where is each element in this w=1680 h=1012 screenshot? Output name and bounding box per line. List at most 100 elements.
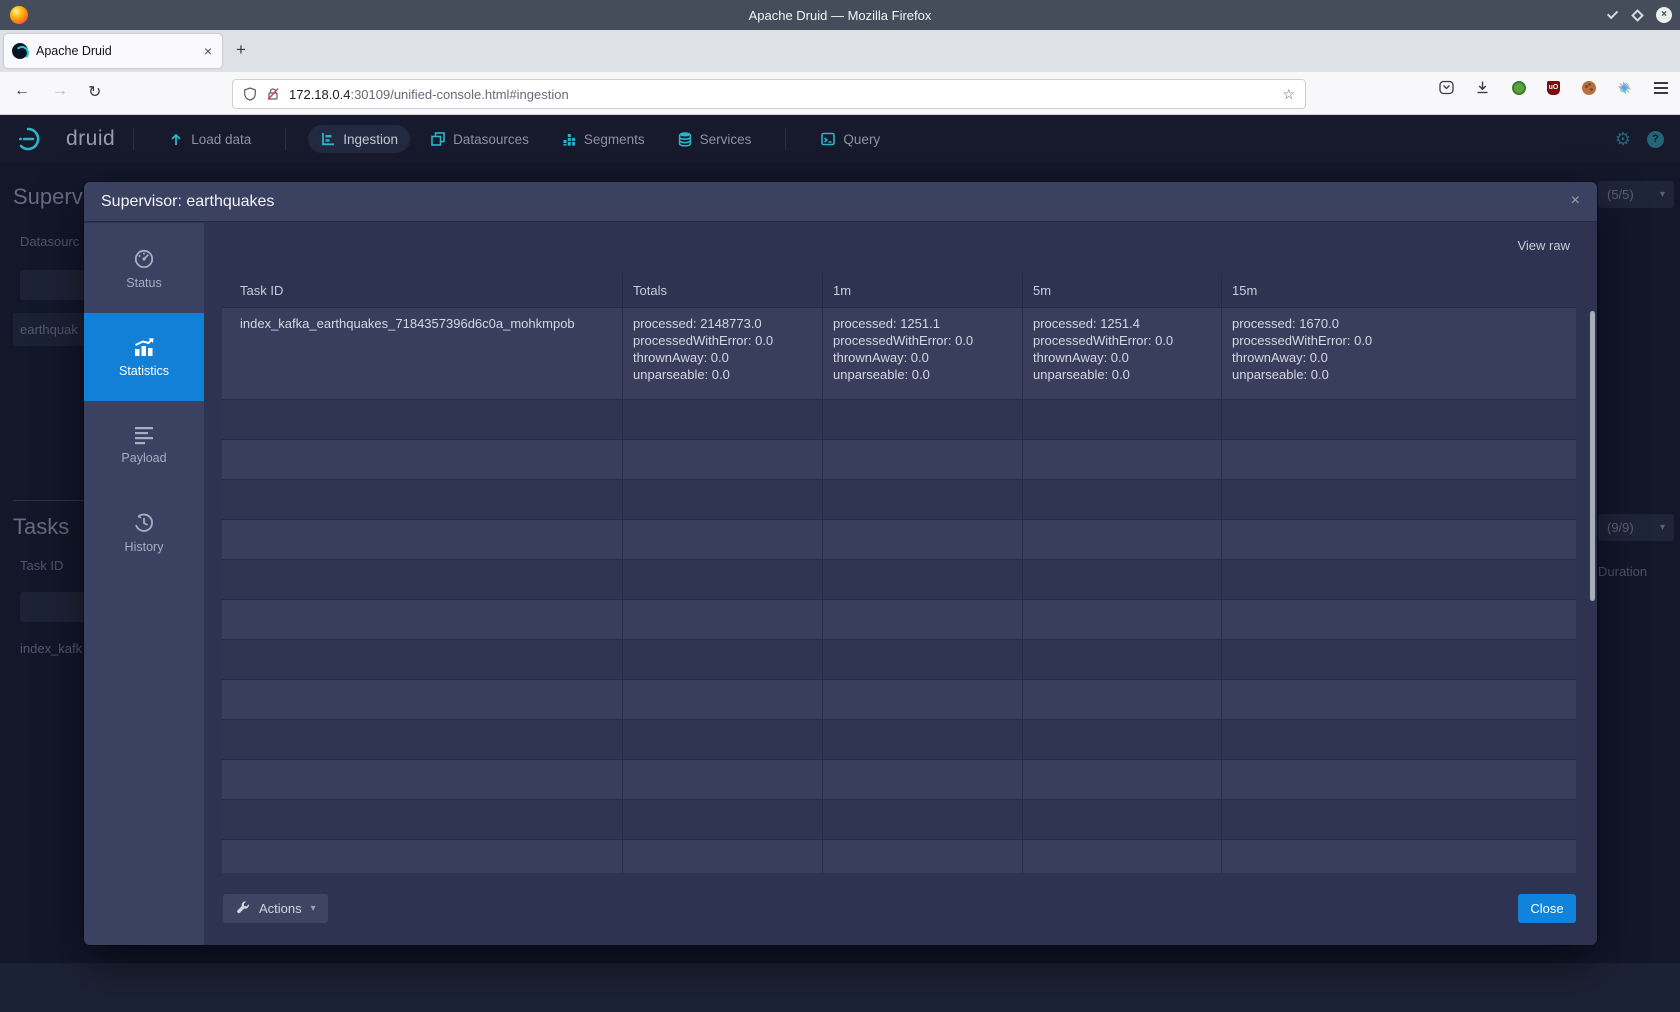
datasource-column-header: Datasourc (20, 234, 79, 249)
back-button[interactable]: ← (14, 82, 30, 100)
table-header-row: Task ID Totals 1m 5m 15m (222, 273, 1576, 308)
reload-button[interactable]: ↻ (88, 82, 101, 102)
screen: Apache Druid — Mozilla Firefox × Apache … (0, 0, 1680, 1012)
nav-item-load-data[interactable]: Load data (156, 125, 263, 153)
browser-tab-apache-druid[interactable]: Apache Druid × (4, 34, 222, 68)
bookmark-star-icon[interactable]: ☆ (1282, 86, 1295, 103)
insecure-lock-icon[interactable] (266, 87, 280, 101)
datasources-icon (430, 131, 446, 147)
cell-5m: processed: 1251.4processedWithError: 0.0… (1023, 308, 1222, 399)
column-header-15m[interactable]: 15m (1222, 273, 1576, 307)
duration-column-header: Duration (1598, 564, 1647, 579)
table-row-empty (222, 560, 1576, 600)
supervisor-row-datasource: earthquak (20, 322, 78, 337)
table-row-empty (222, 480, 1576, 520)
druid-brand[interactable]: druid (18, 126, 115, 152)
services-icon (677, 131, 693, 147)
window-title: Apache Druid — Mozilla Firefox (0, 8, 1680, 23)
segments-icon (561, 131, 577, 147)
upload-icon (168, 131, 184, 147)
tracking-shield-icon[interactable] (243, 87, 257, 101)
nav-item-datasources[interactable]: Datasources (418, 125, 541, 153)
druid-brand-label: druid (66, 127, 115, 151)
druid-navbar: druid Load data Ingestion Datasources Se… (0, 115, 1680, 163)
tasks-refresh-dropdown[interactable]: (9/9)▾ (1598, 514, 1674, 541)
table-row-empty (222, 520, 1576, 560)
supervisors-refresh-dropdown[interactable]: (5/5)▾ (1598, 181, 1674, 208)
tab-status[interactable]: Status (84, 225, 204, 313)
background-table-band (0, 963, 1680, 1012)
close-button[interactable]: Close (1518, 894, 1576, 923)
table-row-task: index_kafka_earthquakes_7184357396d6c0a_… (222, 308, 1576, 400)
tab-payload-label: Payload (121, 451, 166, 465)
extension-privacy-icon[interactable] (1511, 80, 1526, 95)
url-path: :30109/unified-console.html#ingestion (350, 87, 1282, 102)
ingestion-icon (320, 131, 336, 147)
downloads-icon[interactable] (1475, 80, 1490, 95)
column-header-5m[interactable]: 5m (1023, 273, 1222, 307)
wrench-icon (235, 901, 250, 916)
table-empty-rows (222, 400, 1576, 873)
new-tab-button[interactable]: + (236, 40, 246, 60)
statistics-chart-icon (132, 336, 156, 358)
view-raw-link[interactable]: View raw (1517, 238, 1570, 253)
dialog-header: Supervisor: earthquakes × (84, 182, 1597, 222)
close-button-label: Close (1530, 901, 1563, 916)
menu-icon[interactable] (1653, 80, 1668, 95)
table-row-empty (222, 680, 1576, 720)
tasks-page-title: Tasks (13, 514, 69, 540)
table-row-empty (222, 760, 1576, 800)
tab-statistics[interactable]: Statistics (84, 313, 204, 401)
colorful-extension-icon[interactable]: ✳ (1617, 80, 1632, 95)
ublock-origin-icon[interactable]: uO (1547, 81, 1560, 95)
tab-close-icon[interactable]: × (202, 43, 214, 59)
tab-payload[interactable]: Payload (84, 401, 204, 489)
firefox-logo-icon (10, 6, 28, 24)
column-header-totals[interactable]: Totals (623, 273, 823, 307)
tab-statistics-label: Statistics (119, 364, 169, 378)
url-bar[interactable]: 172.18.0.4 :30109/unified-console.html#i… (232, 79, 1306, 109)
history-clock-icon (133, 512, 155, 534)
settings-gear-icon[interactable]: ⚙ (1615, 129, 1631, 150)
nav-item-segments[interactable]: Segments (549, 125, 657, 153)
nav-item-services[interactable]: Services (665, 125, 764, 153)
forward-button[interactable]: → (52, 82, 68, 100)
window-minimize-icon[interactable] (1607, 8, 1618, 19)
help-icon[interactable]: ? (1647, 131, 1664, 148)
dialog-body: View raw Task ID Totals 1m 5m 15m index_… (204, 223, 1597, 945)
druid-logo-icon (18, 126, 58, 152)
table-row-empty (222, 800, 1576, 840)
dialog-title: Supervisor: earthquakes (101, 193, 274, 211)
nav-item-ingestion[interactable]: Ingestion (308, 125, 410, 153)
query-icon (820, 131, 836, 147)
table-row-empty (222, 440, 1576, 480)
cookie-extension-icon[interactable] (1581, 80, 1596, 95)
caret-down-icon: ▾ (1660, 522, 1665, 533)
pocket-icon[interactable] (1439, 80, 1454, 95)
window-maximize-icon[interactable] (1631, 9, 1644, 22)
task-row-id: index_kafk (20, 641, 82, 656)
column-header-task-id[interactable]: Task ID (222, 273, 623, 307)
table-row-empty (222, 600, 1576, 640)
gauge-icon (133, 248, 155, 270)
tab-title: Apache Druid (36, 44, 202, 58)
supervisors-page-title: Superv (13, 184, 83, 210)
cell-totals: processed: 2148773.0processedWithError: … (623, 308, 823, 399)
tab-status-label: Status (126, 276, 161, 290)
window-titlebar: Apache Druid — Mozilla Firefox × (0, 0, 1680, 30)
window-close-icon[interactable]: × (1656, 7, 1672, 23)
task-id-column-header: Task ID (20, 558, 63, 573)
column-header-1m[interactable]: 1m (823, 273, 1023, 307)
cell-15m: processed: 1670.0processedWithError: 0.0… (1222, 308, 1576, 399)
url-host: 172.18.0.4 (289, 87, 350, 102)
actions-button-label: Actions (259, 901, 302, 916)
actions-button[interactable]: Actions ▾ (223, 894, 328, 923)
align-left-icon (133, 425, 155, 445)
tab-history[interactable]: History (84, 489, 204, 577)
nav-item-query[interactable]: Query (808, 125, 892, 153)
table-row-empty (222, 640, 1576, 680)
statistics-table: Task ID Totals 1m 5m 15m index_kafka_ear… (222, 273, 1576, 873)
tab-history-label: History (125, 540, 164, 554)
dialog-close-icon[interactable]: × (1571, 193, 1580, 209)
table-scrollbar-thumb[interactable] (1590, 311, 1595, 601)
